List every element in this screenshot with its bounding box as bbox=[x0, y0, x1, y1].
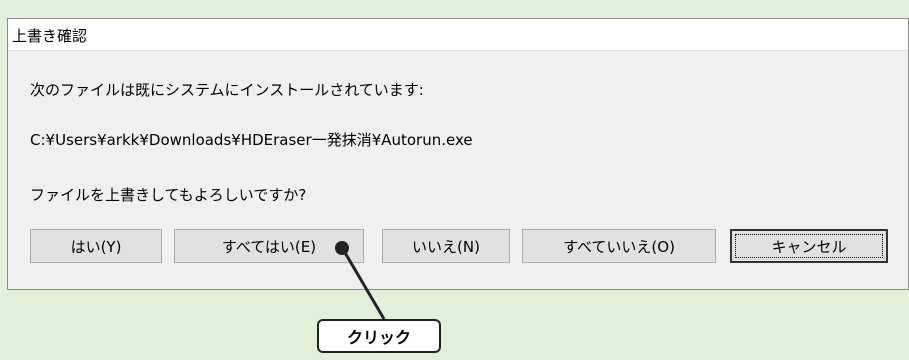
click-marker-dot bbox=[335, 241, 349, 255]
callout-pointer-line bbox=[342, 250, 386, 320]
pointer-line bbox=[342, 250, 386, 320]
click-callout-label: クリック bbox=[317, 319, 441, 353]
